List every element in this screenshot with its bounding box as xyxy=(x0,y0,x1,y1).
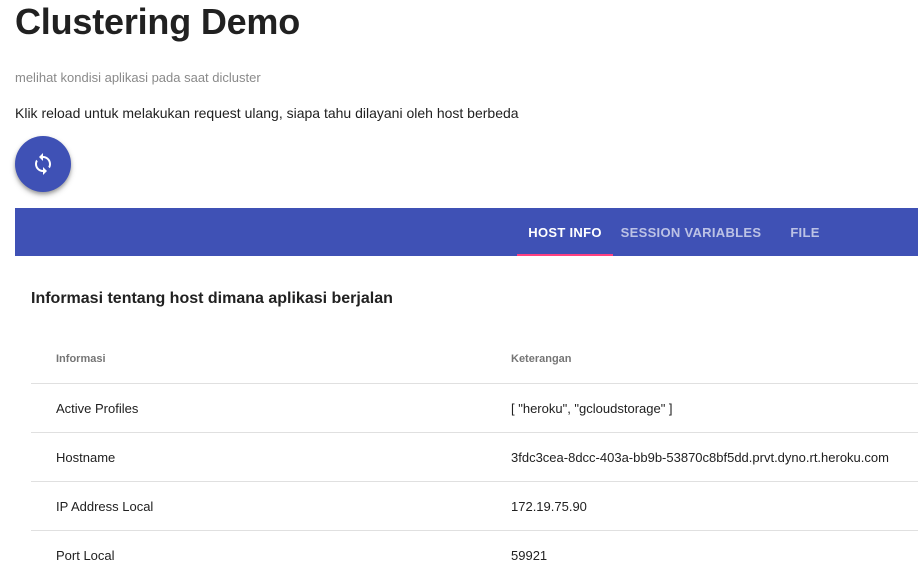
table-row: IP Address Local 172.19.75.90 xyxy=(31,482,918,531)
tab-file[interactable]: FILE xyxy=(769,208,841,256)
row-value: 59921 xyxy=(511,547,548,563)
tab-host-info[interactable]: HOST INFO xyxy=(517,208,613,256)
table-row: Active Profiles [ "heroku", "gcloudstora… xyxy=(31,384,918,433)
refresh-icon xyxy=(31,152,55,176)
tab-session-variables[interactable]: SESSION VARIABLES xyxy=(613,208,769,256)
row-value: 172.19.75.90 xyxy=(511,498,587,514)
page-title: Clustering Demo xyxy=(15,1,301,42)
row-value: 3fdc3cea-8dcc-403a-bb9b-53870c8bf5dd.prv… xyxy=(511,449,889,465)
row-label: Port Local xyxy=(56,547,115,563)
row-label: Active Profiles xyxy=(56,400,139,416)
page-subtitle: melihat kondisi aplikasi pada saat diclu… xyxy=(15,70,261,85)
page: Clustering Demo melihat kondisi aplikasi… xyxy=(0,0,918,577)
table-row: Port Local 59921 xyxy=(31,531,918,577)
column-header-keterangan: Keterangan xyxy=(511,352,572,365)
host-info-table: Informasi Keterangan Active Profiles [ "… xyxy=(31,334,918,577)
table-row: Hostname 3fdc3cea-8dcc-403a-bb9b-53870c8… xyxy=(31,433,918,482)
reload-instruction: Klik reload untuk melakukan request ulan… xyxy=(15,105,519,121)
column-header-informasi: Informasi xyxy=(56,352,106,365)
row-label: Hostname xyxy=(56,449,116,465)
table-header-row: Informasi Keterangan xyxy=(31,334,918,384)
tab-bar: HOST INFO SESSION VARIABLES FILE xyxy=(15,208,918,256)
row-label: IP Address Local xyxy=(56,498,154,514)
active-tab-indicator xyxy=(517,254,613,256)
row-value: [ "heroku", "gcloudstorage" ] xyxy=(511,400,673,416)
reload-button[interactable] xyxy=(15,136,71,192)
host-info-title: Informasi tentang host dimana aplikasi b… xyxy=(31,290,393,307)
